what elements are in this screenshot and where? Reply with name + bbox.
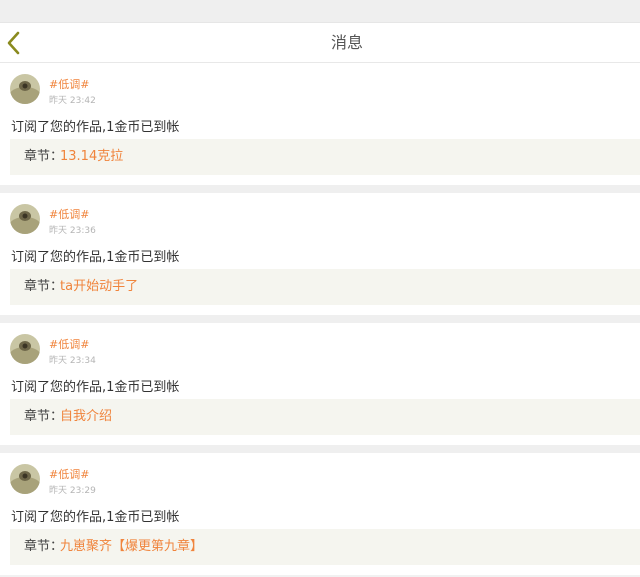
divider: [0, 315, 640, 323]
page-title: 消息: [330, 33, 363, 52]
chapter-title: 九崽聚齐【爆更第九章】: [60, 539, 204, 554]
chapter-title: ta开始动手了: [60, 279, 139, 294]
chapter-label: 章节：: [24, 409, 64, 424]
message-text: 订阅了您的作品,1金币已到帐: [11, 510, 180, 525]
avatar-image: [10, 74, 40, 104]
user-name[interactable]: #低调#: [49, 336, 89, 352]
user-name[interactable]: #低调#: [49, 466, 89, 482]
avatar-image: [10, 204, 40, 234]
avatar[interactable]: [10, 204, 40, 234]
chapter-title: 13.14克拉: [60, 149, 124, 164]
chapter-title: 自我介绍: [60, 409, 113, 424]
message-time: 昨天 23:36: [49, 226, 96, 236]
avatar[interactable]: [10, 334, 40, 364]
chapter-label: 章节：: [24, 279, 64, 294]
divider: [0, 445, 640, 453]
chapter-label: 章节：: [24, 149, 64, 164]
user-name[interactable]: #低调#: [49, 76, 89, 92]
chapter-label: 章节：: [24, 539, 64, 554]
header-bar: 消息: [0, 23, 640, 63]
avatar-image: [10, 334, 40, 364]
user-name[interactable]: #低调#: [49, 206, 89, 222]
message-item: #低调# 昨天 23:36 订阅了您的作品,1金币已到帐 章节： ta开始动手了: [0, 193, 640, 315]
divider: [0, 185, 640, 193]
message-item: #低调# 昨天 23:34 订阅了您的作品,1金币已到帐 章节： 自我介绍: [0, 323, 640, 445]
message-time: 昨天 23:42: [49, 96, 96, 106]
top-spacer: [0, 0, 640, 23]
message-time: 昨天 23:34: [49, 356, 96, 366]
avatar[interactable]: [10, 464, 40, 494]
message-time: 昨天 23:29: [49, 486, 96, 496]
avatar-image: [10, 464, 40, 494]
chapter-link[interactable]: 章节： ta开始动手了: [10, 269, 640, 305]
message-item: #低调# 昨天 23:42 订阅了您的作品,1金币已到帐 章节： 13.14克拉: [0, 63, 640, 185]
chapter-link[interactable]: 章节： 九崽聚齐【爆更第九章】: [10, 529, 640, 565]
chapter-link[interactable]: 章节： 13.14克拉: [10, 139, 640, 175]
message-text: 订阅了您的作品,1金币已到帐: [11, 380, 180, 395]
message-text: 订阅了您的作品,1金币已到帐: [11, 250, 180, 265]
message-text: 订阅了您的作品,1金币已到帐: [11, 120, 180, 135]
message-list: #低调# 昨天 23:42 订阅了您的作品,1金币已到帐 章节： 13.14克拉…: [0, 63, 640, 575]
message-item: #低调# 昨天 23:29 订阅了您的作品,1金币已到帐 章节： 九崽聚齐【爆更…: [0, 453, 640, 575]
chapter-link[interactable]: 章节： 自我介绍: [10, 399, 640, 435]
avatar[interactable]: [10, 74, 40, 104]
messages-page: 消息 #低调# 昨天 23:42 订阅了您的作品,1金币已到帐 章节： 13.1…: [0, 0, 640, 577]
